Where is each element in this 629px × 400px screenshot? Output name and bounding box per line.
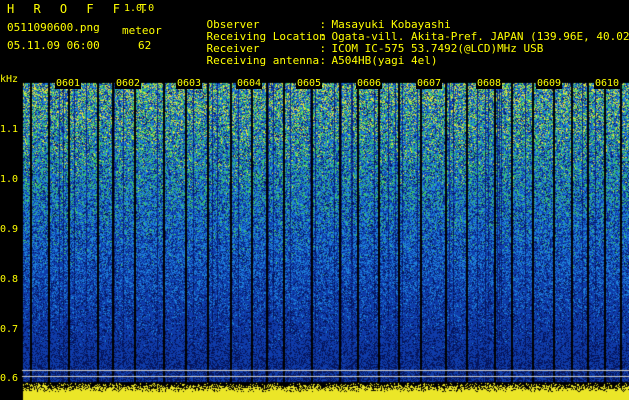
y-tick-label: 0.6 [0, 373, 19, 384]
app-version: 1.0.0 [124, 3, 155, 14]
header-panel: H R O F F T 1.0.0 0511090600.png 05.11.0… [0, 0, 629, 74]
x-tick-label: 0610 [594, 78, 621, 89]
count-value: 62 [138, 39, 152, 52]
field-value: A504HB(yagi 4el) [331, 54, 438, 67]
mode-label: meteor [122, 24, 162, 37]
field-sep: : [319, 54, 327, 67]
x-tick-label: 0603 [176, 78, 203, 89]
x-tick-label: 0607 [416, 78, 443, 89]
x-tick-label: 0604 [236, 78, 263, 89]
y-tick-label: 1.1 [0, 124, 19, 135]
x-tick-label: 0601 [55, 78, 82, 89]
filename: 0511090600.png [7, 21, 100, 34]
y-tick-label: 0.8 [0, 274, 19, 285]
x-tick-label: 0602 [115, 78, 142, 89]
x-tick-label: 0609 [536, 78, 563, 89]
x-tick-label: 0606 [356, 78, 383, 89]
y-tick-label: 0.7 [0, 324, 19, 335]
y-tick-label: 1.0 [0, 174, 19, 185]
datetime: 05.11.09 06:00 [7, 39, 100, 52]
y-tick-label: 0.9 [0, 224, 19, 235]
x-tick-label: 0605 [296, 78, 323, 89]
x-tick-label: 0608 [476, 78, 503, 89]
field-label: Receiving antenna [206, 54, 320, 67]
spectrogram [0, 74, 629, 400]
unit-label: kHz [0, 74, 19, 85]
